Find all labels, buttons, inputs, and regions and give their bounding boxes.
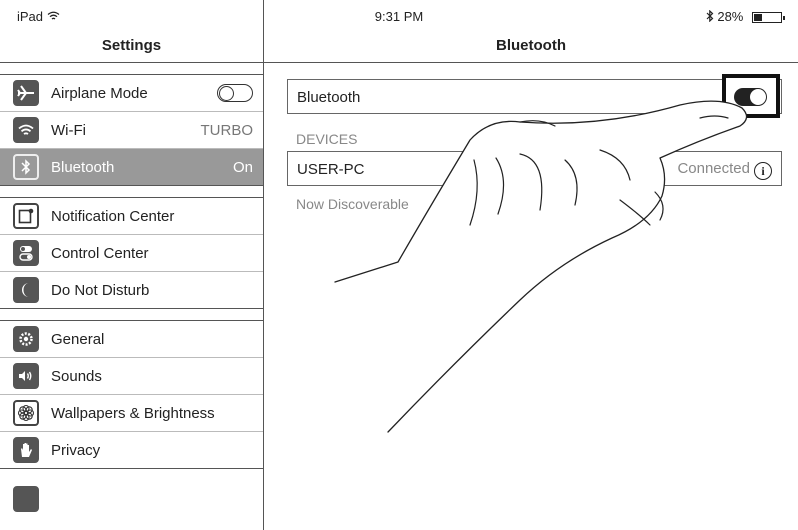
ipad-screen: iPad 9:31 PM 28% Settings Bluetooth Airp…: [0, 0, 798, 530]
pointing-hand-illustration: [334, 100, 748, 433]
